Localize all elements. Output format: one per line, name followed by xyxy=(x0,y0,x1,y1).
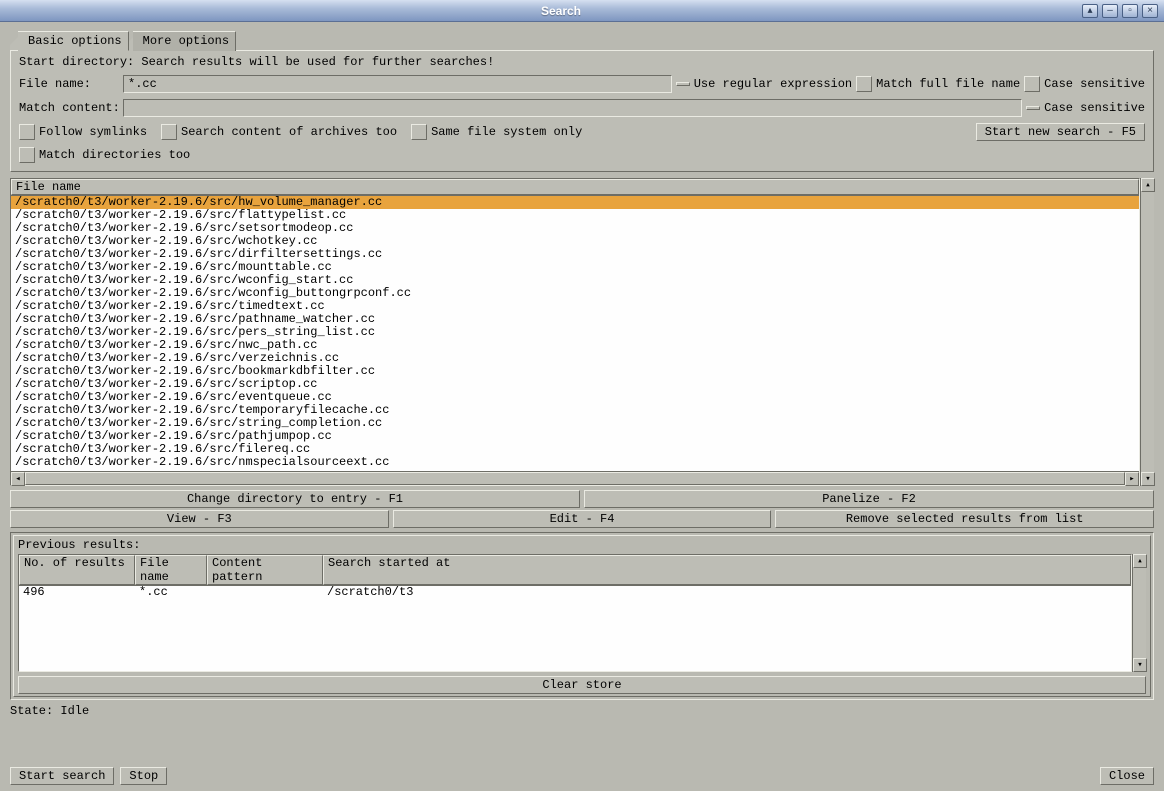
clear-store-button[interactable]: Clear store xyxy=(18,676,1146,694)
prev-header-file[interactable]: File name xyxy=(135,555,207,585)
file-name-dropdown-button[interactable] xyxy=(676,82,690,86)
prev-row-count: 496 xyxy=(19,586,135,599)
match-full-label: Match full file name xyxy=(876,77,1020,91)
start-directory-label: Start directory: Search results will be … xyxy=(19,55,1145,69)
close-window-icon[interactable]: × xyxy=(1142,4,1158,18)
maximize-icon[interactable]: ▫ xyxy=(1122,4,1138,18)
prev-header-content[interactable]: Content pattern xyxy=(207,555,323,585)
match-content-label: Match content: xyxy=(19,101,119,115)
previous-results-list[interactable]: 496 *.cc /scratch0/t3 xyxy=(19,586,1131,671)
search-archives-label: Search content of archives too xyxy=(181,125,397,139)
match-directories-checkbox[interactable] xyxy=(19,147,35,163)
match-content-input[interactable] xyxy=(123,99,1022,117)
file-name-label: File name: xyxy=(19,77,119,91)
remove-selected-button[interactable]: Remove selected results from list xyxy=(775,510,1154,528)
results-header-filename[interactable]: File name xyxy=(11,179,1139,195)
results-list[interactable]: /scratch0/t3/worker-2.19.6/src/hw_volume… xyxy=(11,196,1139,471)
prev-header-count[interactable]: No. of results xyxy=(19,555,135,585)
stop-button[interactable]: Stop xyxy=(120,767,167,785)
minimize-icon[interactable]: – xyxy=(1102,4,1118,18)
previous-results-title: Previous results: xyxy=(18,538,1146,552)
prev-header-started[interactable]: Search started at xyxy=(323,555,1131,585)
case-sensitive-content-label: Case sensitive xyxy=(1044,101,1145,115)
edit-button[interactable]: Edit - F4 xyxy=(393,510,772,528)
result-row[interactable]: /scratch0/t3/worker-2.19.6/src/nmspecial… xyxy=(11,456,1139,469)
scroll-up-icon[interactable]: ▴ xyxy=(1133,554,1147,568)
titlebar: Search ▴ – ▫ × xyxy=(0,0,1164,22)
tab-basic-options[interactable]: Basic options xyxy=(18,31,129,51)
use-regex-checkbox[interactable] xyxy=(856,76,872,92)
match-full-checkbox[interactable] xyxy=(1024,76,1040,92)
same-fs-label: Same file system only xyxy=(431,125,582,139)
shade-icon[interactable]: ▴ xyxy=(1082,4,1098,18)
results-horizontal-scrollbar[interactable]: ◂ ▸ xyxy=(11,471,1139,485)
scroll-left-icon[interactable]: ◂ xyxy=(11,472,25,486)
start-search-button[interactable]: Start search xyxy=(10,767,114,785)
case-sensitive-name-label: Case sensitive xyxy=(1044,77,1145,91)
search-archives-checkbox[interactable] xyxy=(161,124,177,140)
use-regex-label: Use regular expression xyxy=(694,77,852,91)
tab-more-options[interactable]: More options xyxy=(133,31,236,51)
scroll-thumb[interactable] xyxy=(25,472,1125,485)
file-name-input[interactable] xyxy=(123,75,672,93)
view-button[interactable]: View - F3 xyxy=(10,510,389,528)
scroll-down-icon[interactable]: ▾ xyxy=(1133,658,1147,672)
scroll-right-icon[interactable]: ▸ xyxy=(1125,472,1139,486)
scroll-down-icon[interactable]: ▾ xyxy=(1141,472,1155,486)
scroll-up-icon[interactable]: ▴ xyxy=(1141,178,1155,192)
match-content-dropdown-button[interactable] xyxy=(1026,106,1040,110)
previous-vertical-scrollbar[interactable]: ▴ ▾ xyxy=(1132,554,1146,672)
results-vertical-scrollbar[interactable]: ▴ ▾ xyxy=(1140,178,1154,486)
follow-symlinks-checkbox[interactable] xyxy=(19,124,35,140)
state-label: State: Idle xyxy=(10,704,1154,718)
change-directory-button[interactable]: Change directory to entry - F1 xyxy=(10,490,580,508)
prev-row-started: /scratch0/t3 xyxy=(323,586,1131,599)
panelize-button[interactable]: Panelize - F2 xyxy=(584,490,1154,508)
follow-symlinks-label: Follow symlinks xyxy=(39,125,147,139)
match-directories-label: Match directories too xyxy=(39,148,190,162)
same-fs-checkbox[interactable] xyxy=(411,124,427,140)
prev-row-file: *.cc xyxy=(135,586,207,599)
start-new-search-button[interactable]: Start new search - F5 xyxy=(976,123,1145,141)
previous-result-row[interactable]: 496 *.cc /scratch0/t3 xyxy=(19,586,1131,599)
close-button[interactable]: Close xyxy=(1100,767,1154,785)
window-title: Search xyxy=(40,4,1082,18)
